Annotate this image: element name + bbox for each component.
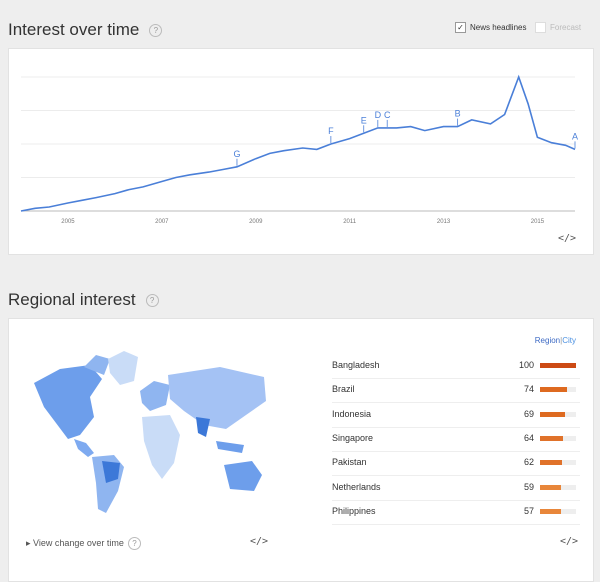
- interest-over-time-title: Interest over time?: [8, 20, 163, 40]
- region-name: Pakistan: [332, 457, 367, 468]
- annotation-label[interactable]: C: [384, 110, 391, 120]
- annotation-label[interactable]: G: [233, 149, 240, 159]
- embed-code-icon[interactable]: </>: [558, 233, 576, 244]
- region-name: Netherlands: [332, 481, 381, 492]
- map-central-america[interactable]: [74, 439, 94, 457]
- row-divider: [332, 475, 580, 477]
- annotation-label[interactable]: D: [375, 110, 382, 120]
- region-row[interactable]: Pakistan 62: [332, 454, 580, 474]
- region-value: 59: [523, 481, 534, 492]
- map-indonesia[interactable]: [216, 441, 244, 453]
- map-australia[interactable]: [224, 461, 262, 491]
- region-bar-fill: [540, 508, 561, 514]
- row-divider: [332, 523, 580, 525]
- interest-line-chart: 2005 2007 2009 2011 2013 2015 G F ED C B A: [20, 74, 578, 225]
- embed-code-icon[interactable]: </>: [250, 536, 268, 547]
- map-asia[interactable]: [168, 367, 266, 429]
- region-bar-fill: [540, 411, 565, 417]
- region-bar-track: [540, 508, 576, 514]
- region-row[interactable]: Netherlands 59: [332, 479, 580, 499]
- interest-chart-card: 2005 2007 2009 2011 2013 2015 G F E D C B A </>: [8, 48, 594, 255]
- region-value: 74: [523, 384, 534, 395]
- region-toggle[interactable]: Region: [535, 336, 560, 345]
- x-tick-label: 2007: [155, 219, 169, 225]
- region-name: Bangladesh: [332, 360, 380, 370]
- view-change-over-time[interactable]: ▸ View change over time?: [26, 537, 141, 550]
- help-icon[interactable]: ?: [127, 537, 141, 550]
- map-greenland[interactable]: [108, 351, 138, 385]
- region-bar-fill: [540, 387, 567, 393]
- annotation-label[interactable]: B: [455, 109, 461, 119]
- checkbox-unchecked-icon[interactable]: [535, 22, 546, 33]
- row-divider: [332, 450, 580, 452]
- row-divider: [332, 426, 580, 428]
- region-value: 100: [518, 360, 534, 370]
- region-row[interactable]: Indonesia 69: [332, 406, 580, 426]
- region-row[interactable]: Bangladesh 100: [332, 357, 580, 377]
- checkbox-checked-icon[interactable]: ✓: [455, 22, 466, 33]
- region-value: 57: [523, 505, 534, 516]
- row-divider: [332, 378, 580, 379]
- region-value: 64: [523, 432, 534, 443]
- region-name: Singapore: [332, 432, 374, 443]
- annotation-label[interactable]: F: [328, 126, 334, 136]
- play-triangle-icon: ▸: [26, 537, 31, 548]
- map-africa[interactable]: [142, 415, 180, 479]
- city-toggle[interactable]: City: [562, 336, 576, 345]
- embed-code-icon[interactable]: </>: [560, 536, 578, 547]
- region-bar-fill: [540, 460, 563, 466]
- regional-interest-title: Regional interest?: [8, 290, 159, 310]
- x-tick-label: 2015: [531, 219, 545, 225]
- region-value: 62: [523, 457, 534, 468]
- map-north-america[interactable]: [34, 365, 102, 439]
- region-bar-fill: [540, 484, 562, 490]
- news-headlines-option[interactable]: ✓ News headlines: [455, 22, 526, 33]
- map-europe[interactable]: [140, 381, 170, 411]
- row-divider: [332, 402, 580, 404]
- region-city-toggle: Region|City: [534, 336, 576, 345]
- region-bar-fill: [540, 435, 564, 441]
- x-tick-label: 2005: [61, 219, 75, 225]
- region-row[interactable]: Philippines 57: [332, 503, 580, 523]
- region-row[interactable]: Brazil 74: [332, 381, 580, 401]
- region-bar-track: [540, 387, 576, 393]
- forecast-option[interactable]: Forecast: [535, 22, 581, 33]
- annotation-label[interactable]: A: [572, 131, 578, 141]
- x-tick-label: 2011: [343, 219, 357, 225]
- annotation-label[interactable]: E: [361, 115, 367, 125]
- region-name: Indonesia: [332, 408, 372, 419]
- x-tick-label: 2013: [437, 219, 451, 225]
- region-name: Brazil: [332, 384, 355, 395]
- world-map[interactable]: [20, 345, 280, 525]
- region-bar-track: [540, 435, 576, 441]
- map-india[interactable]: [196, 417, 210, 437]
- region-value: 69: [523, 408, 534, 419]
- help-icon[interactable]: ?: [149, 24, 163, 38]
- region-bar-track: [540, 363, 576, 368]
- region-bar-track: [540, 460, 576, 466]
- row-divider: [332, 499, 580, 501]
- region-bar-track: [540, 411, 576, 417]
- x-tick-label: 2009: [249, 219, 263, 225]
- region-name: Philippines: [332, 505, 376, 516]
- help-icon[interactable]: ?: [145, 294, 159, 308]
- region-row[interactable]: Singapore 64: [332, 430, 580, 450]
- region-bar-track: [540, 484, 576, 490]
- region-bar-fill: [540, 363, 576, 368]
